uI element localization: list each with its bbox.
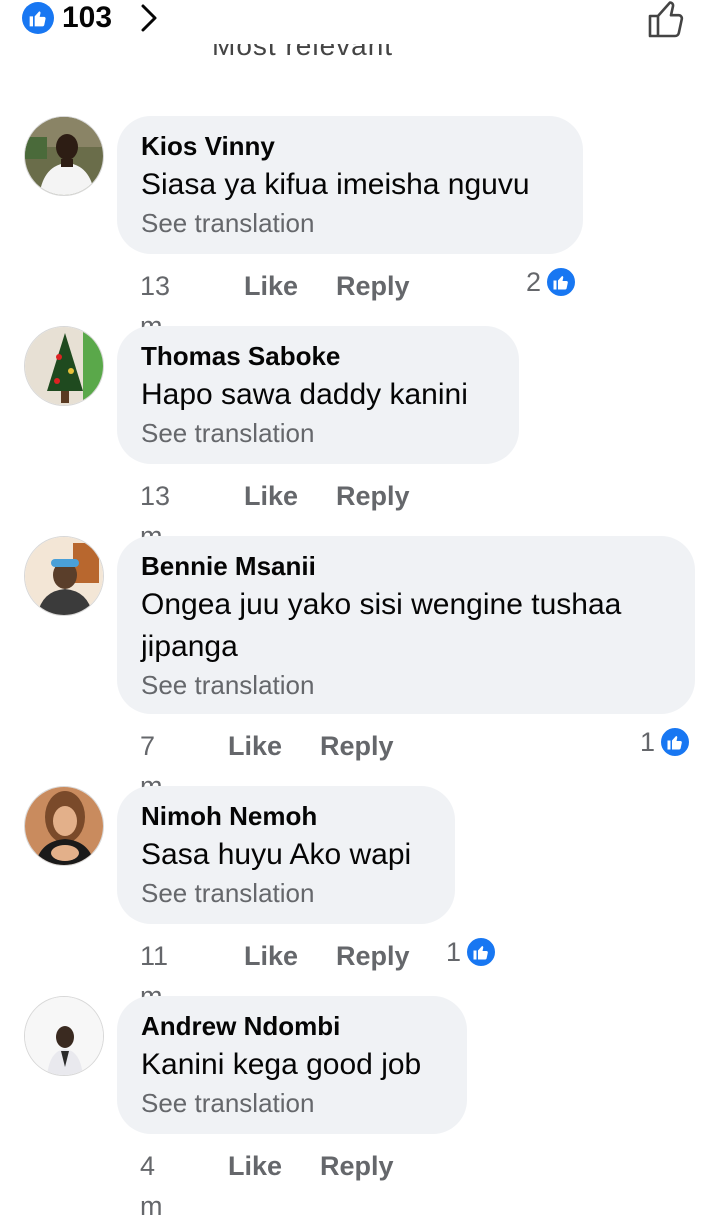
- reaction-count: 1: [640, 726, 656, 757]
- like-button[interactable]: Like: [244, 476, 298, 516]
- like-icon: [659, 726, 692, 758]
- reply-button[interactable]: Reply: [336, 936, 410, 976]
- comment-author[interactable]: Nimoh Nemoh: [141, 800, 431, 832]
- like-button[interactable]: Like: [228, 1146, 282, 1186]
- like-button[interactable]: Like: [228, 726, 282, 766]
- comment-time: 4 m: [140, 1151, 163, 1221]
- comment-bubble[interactable]: Nimoh Nemoh Sasa huyu Ako wapi See trans…: [117, 786, 455, 924]
- like-button[interactable]: Like: [244, 936, 298, 976]
- like-icon: [545, 266, 578, 298]
- reply-button[interactable]: Reply: [336, 266, 410, 306]
- comment-text: Kanini kega good job: [141, 1048, 422, 1081]
- reply-button[interactable]: Reply: [320, 726, 394, 766]
- see-translation-link[interactable]: See translation: [141, 206, 559, 240]
- thumbs-up-outline-icon[interactable]: [644, 0, 690, 40]
- reactions-bar[interactable]: 103: [0, 0, 720, 40]
- comment-bubble[interactable]: Kios Vinny Siasa ya kifua imeisha nguvu …: [117, 116, 583, 254]
- see-translation-link[interactable]: See translation: [141, 1086, 443, 1120]
- comment-text: Sasa huyu Ako wapi: [141, 838, 412, 871]
- comment-reactions[interactable]: 2: [526, 264, 578, 300]
- avatar[interactable]: [24, 116, 104, 196]
- comment-bubble[interactable]: Andrew Ndombi Kanini kega good job See t…: [117, 996, 467, 1134]
- reaction-count: 1: [446, 936, 462, 967]
- avatar[interactable]: [24, 536, 104, 616]
- avatar[interactable]: [24, 786, 104, 866]
- comment-text: Siasa ya kifua imeisha nguvu: [141, 168, 530, 201]
- comment-author[interactable]: Andrew Ndombi: [141, 1010, 443, 1042]
- reply-button[interactable]: Reply: [320, 1146, 394, 1186]
- comment-author[interactable]: Thomas Saboke: [141, 340, 495, 372]
- see-translation-link[interactable]: See translation: [141, 876, 431, 910]
- comment-text: Ongea juu yako sisi wengine tushaa jipan…: [141, 588, 622, 663]
- see-translation-link[interactable]: See translation: [141, 416, 495, 450]
- reply-button[interactable]: Reply: [336, 476, 410, 516]
- like-button[interactable]: Like: [244, 266, 298, 306]
- comment-reactions[interactable]: 1: [640, 724, 692, 760]
- like-icon: [22, 2, 54, 34]
- chevron-right-icon[interactable]: [134, 2, 164, 34]
- comment-bubble[interactable]: Bennie Msanii Ongea juu yako sisi wengin…: [117, 536, 695, 714]
- comment-text: Hapo sawa daddy kanini: [141, 378, 468, 411]
- comment-bubble[interactable]: Thomas Saboke Hapo sawa daddy kanini See…: [117, 326, 519, 464]
- comment-author[interactable]: Kios Vinny: [141, 130, 559, 162]
- avatar[interactable]: [24, 326, 104, 406]
- comment-author[interactable]: Bennie Msanii: [141, 550, 671, 582]
- comment-reactions[interactable]: 1: [446, 934, 498, 970]
- see-translation-link[interactable]: See translation: [141, 668, 671, 702]
- sort-label[interactable]: Most relevant: [212, 44, 512, 72]
- reaction-count: 2: [526, 266, 542, 297]
- avatar[interactable]: [24, 996, 104, 1076]
- reaction-count[interactable]: 103: [62, 0, 112, 36]
- like-icon: [465, 936, 498, 968]
